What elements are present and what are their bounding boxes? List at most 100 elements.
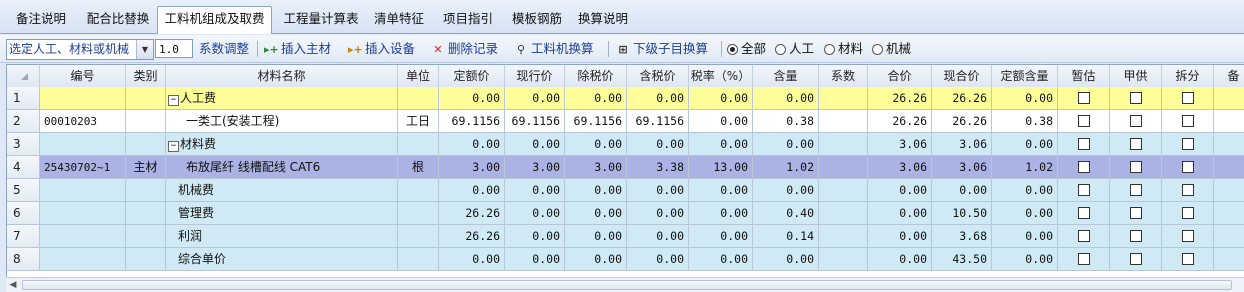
- col-taxed-price-header[interactable]: 含税价: [627, 65, 689, 87]
- col-taxed-price-cell[interactable]: 0.00: [627, 179, 689, 202]
- col-tax-rate-cell[interactable]: 13.00: [689, 156, 753, 179]
- col-split-cell[interactable]: [1162, 156, 1214, 179]
- remark-cell[interactable]: [1214, 179, 1244, 202]
- split-checkbox[interactable]: [1182, 230, 1194, 242]
- scroll-thumb[interactable]: [22, 280, 1232, 290]
- col-provisional-cell[interactable]: [1058, 87, 1110, 110]
- table-row[interactable]: 5 机械费 0.00 0.00 0.00 0.00 0.00 0.00 0.00 0.00 0.00: [7, 179, 1244, 202]
- col-unit-cell[interactable]: [398, 87, 439, 110]
- col-quantity-cell[interactable]: 0.00: [753, 248, 819, 271]
- col-coefficient-header[interactable]: 系数: [819, 65, 868, 87]
- provisional-checkbox[interactable]: [1078, 138, 1090, 150]
- col-split-cell[interactable]: [1162, 179, 1214, 202]
- provisional-checkbox[interactable]: [1078, 184, 1090, 196]
- col-code-cell[interactable]: [40, 87, 126, 110]
- material-name-cell[interactable]: − 材料费: [166, 133, 398, 156]
- table-row[interactable]: 6 管理费 26.26 0.00 0.00 0.00 0.00 0.40 0.00 10.50 0.…: [7, 202, 1244, 225]
- split-checkbox[interactable]: [1182, 184, 1194, 196]
- col-quota-price-cell[interactable]: 0.00: [439, 248, 505, 271]
- col-quota-qty-cell[interactable]: 0.00: [992, 202, 1058, 225]
- provisional-checkbox[interactable]: [1078, 161, 1090, 173]
- col-category-cell[interactable]: [126, 133, 166, 156]
- owner-supplied-checkbox[interactable]: [1130, 207, 1142, 219]
- col-pretax-price-cell[interactable]: 0.00: [565, 87, 627, 110]
- horizontal-scrollbar[interactable]: ◀: [6, 277, 1244, 292]
- row-number[interactable]: 6: [7, 202, 40, 225]
- col-quota-price-cell[interactable]: 26.26: [439, 225, 505, 248]
- tab-quantity-calc[interactable]: 工程量计算表: [277, 7, 365, 31]
- col-pretax-price-cell[interactable]: 0.00: [565, 179, 627, 202]
- delete-record-button[interactable]: ✕ 删除记录: [431, 40, 498, 58]
- col-current-total-cell[interactable]: 10.50: [932, 202, 992, 225]
- insert-equipment-button[interactable]: ▸+ 插入设备: [348, 40, 415, 58]
- col-owner-supplied-cell[interactable]: [1110, 87, 1162, 110]
- col-pretax-price-cell[interactable]: 3.00: [565, 156, 627, 179]
- col-quota-qty-cell[interactable]: 0.00: [992, 248, 1058, 271]
- col-current-price-cell[interactable]: 0.00: [505, 225, 565, 248]
- owner-supplied-checkbox[interactable]: [1130, 230, 1142, 242]
- col-coefficient-cell[interactable]: [819, 110, 868, 133]
- table-row[interactable]: 1− 人工费 0.00 0.00 0.00 0.00 0.00 0.00 26.26 26.26 0…: [7, 87, 1244, 110]
- col-category-cell[interactable]: [126, 248, 166, 271]
- material-name-cell[interactable]: − 人工费: [166, 87, 398, 110]
- col-tax-rate-cell[interactable]: 0.00: [689, 225, 753, 248]
- col-current-price-cell[interactable]: 69.1156: [505, 110, 565, 133]
- col-quantity-cell[interactable]: 0.00: [753, 87, 819, 110]
- col-current-total-cell[interactable]: 0.00: [932, 179, 992, 202]
- col-quota-qty-cell[interactable]: 1.02: [992, 156, 1058, 179]
- col-taxed-price-cell[interactable]: 3.38: [627, 156, 689, 179]
- col-coefficient-cell[interactable]: [819, 225, 868, 248]
- col-current-price-cell[interactable]: 0.00: [505, 179, 565, 202]
- col-coefficient-cell[interactable]: [819, 133, 868, 156]
- col-tax-rate-header[interactable]: 税率（%）: [689, 65, 753, 87]
- col-tax-rate-cell[interactable]: 0.00: [689, 87, 753, 110]
- material-name-cell[interactable]: 综合单价: [166, 248, 398, 271]
- col-total-cell[interactable]: 3.06: [868, 156, 932, 179]
- col-provisional-header[interactable]: 暂估: [1058, 65, 1110, 87]
- col-category-cell[interactable]: [126, 225, 166, 248]
- remark-cell[interactable]: [1214, 133, 1244, 156]
- owner-supplied-checkbox[interactable]: [1130, 92, 1142, 104]
- col-split-cell[interactable]: [1162, 202, 1214, 225]
- row-number[interactable]: 5: [7, 179, 40, 202]
- col-current-total-cell[interactable]: 3.06: [932, 133, 992, 156]
- col-unit-cell[interactable]: [398, 133, 439, 156]
- col-owner-supplied-cell[interactable]: [1110, 248, 1162, 271]
- col-split-cell[interactable]: [1162, 110, 1214, 133]
- col-split-cell[interactable]: [1162, 248, 1214, 271]
- filter-radio-material[interactable]: 材料: [824, 40, 863, 58]
- table-row[interactable]: 3− 材料费 0.00 0.00 0.00 0.00 0.00 0.00 3.06 3.06 0.0…: [7, 133, 1244, 156]
- remark-cell[interactable]: [1214, 202, 1244, 225]
- col-unit-cell[interactable]: [398, 248, 439, 271]
- tab-bill-features[interactable]: 清单特征: [368, 7, 430, 31]
- col-current-price-cell[interactable]: 0.00: [505, 202, 565, 225]
- col-quota-qty-cell[interactable]: 0.00: [992, 179, 1058, 202]
- col-quantity-header[interactable]: 含量: [753, 65, 819, 87]
- col-quota-qty-cell[interactable]: 0.00: [992, 87, 1058, 110]
- tab-glj-composition[interactable]: 工料机组成及取费: [157, 6, 272, 34]
- col-provisional-cell[interactable]: [1058, 156, 1110, 179]
- provisional-checkbox[interactable]: [1078, 230, 1090, 242]
- material-name-cell[interactable]: 一类工(安装工程): [166, 110, 398, 133]
- chevron-down-icon[interactable]: ▼: [136, 40, 153, 59]
- col-owner-supplied-cell[interactable]: [1110, 156, 1162, 179]
- col-taxed-price-cell[interactable]: 0.00: [627, 248, 689, 271]
- filter-radio-all[interactable]: 全部: [727, 40, 766, 58]
- col-current-total-cell[interactable]: 3.68: [932, 225, 992, 248]
- scroll-left-icon[interactable]: ◀: [6, 278, 20, 292]
- col-quota-price-cell[interactable]: 26.26: [439, 202, 505, 225]
- col-owner-supplied-cell[interactable]: [1110, 202, 1162, 225]
- col-current-price-cell[interactable]: 3.00: [505, 156, 565, 179]
- col-unit-cell[interactable]: 根: [398, 156, 439, 179]
- col-provisional-cell[interactable]: [1058, 202, 1110, 225]
- col-provisional-cell[interactable]: [1058, 110, 1110, 133]
- col-quota-price-header[interactable]: 定额价: [439, 65, 505, 87]
- col-provisional-cell[interactable]: [1058, 179, 1110, 202]
- col-owner-supplied-cell[interactable]: [1110, 110, 1162, 133]
- col-current-total-cell[interactable]: 43.50: [932, 248, 992, 271]
- col-quota-qty-cell[interactable]: 0.38: [992, 110, 1058, 133]
- split-checkbox[interactable]: [1182, 253, 1194, 265]
- owner-supplied-checkbox[interactable]: [1130, 138, 1142, 150]
- grid-corner[interactable]: [7, 65, 40, 87]
- col-coefficient-cell[interactable]: [819, 248, 868, 271]
